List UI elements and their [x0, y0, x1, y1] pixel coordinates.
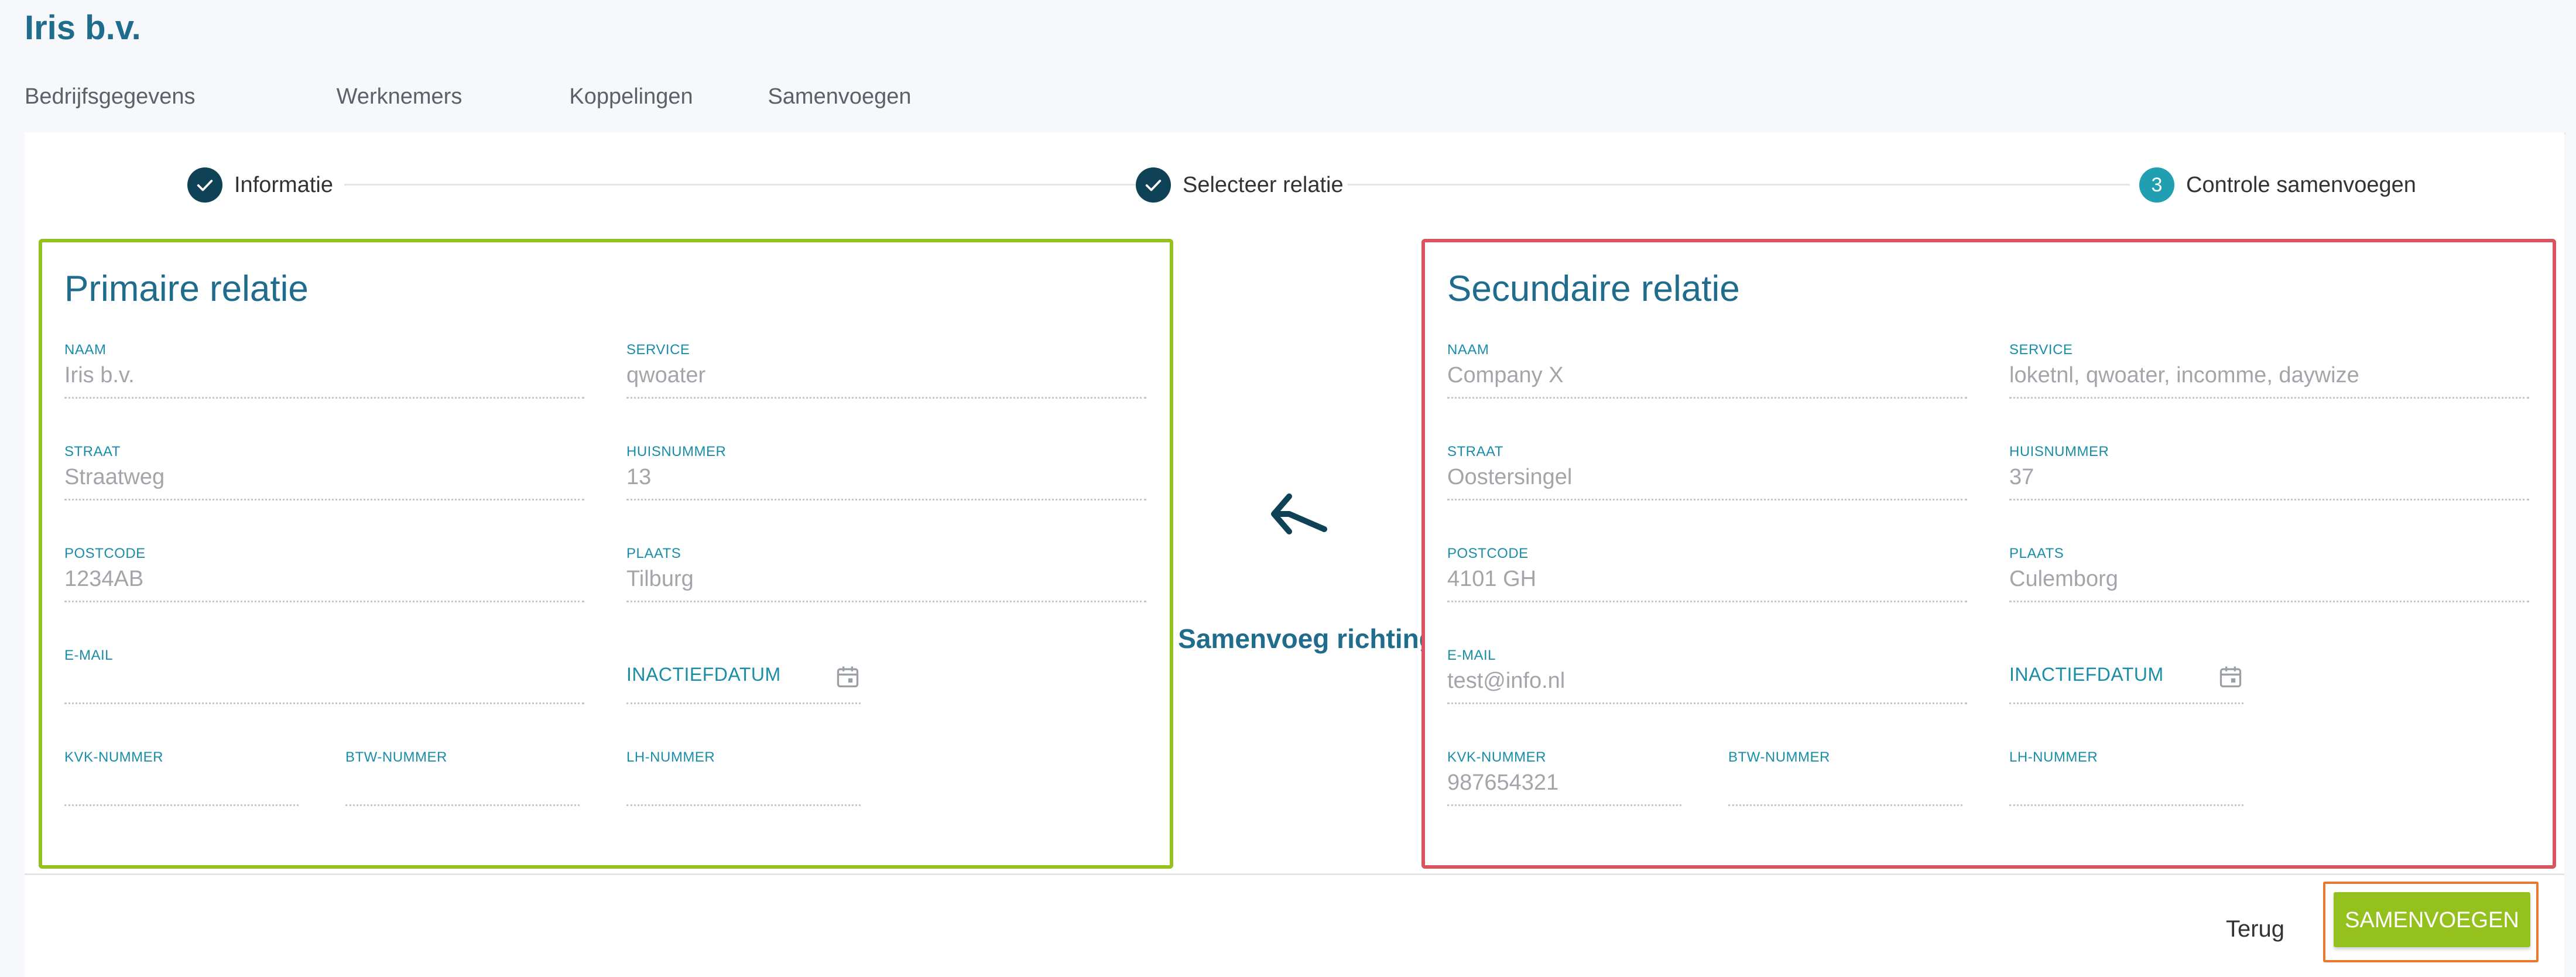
field-label: E-MAIL: [64, 647, 114, 663]
secondary-relation-panel: Secundaire relatie NAAM Company X SERVIC…: [1421, 239, 2556, 869]
plaats-field[interactable]: PLAATS Tilburg: [626, 546, 1146, 602]
inactiefdatum-field[interactable]: INACTIEFDATUM: [2009, 647, 2243, 704]
plaats-field[interactable]: PLAATS Culemborg: [2009, 546, 2529, 602]
field-label: STRAAT: [64, 444, 121, 460]
field-value: 1234AB: [64, 567, 144, 591]
field-value: 13: [626, 465, 652, 489]
field-label: PLAATS: [626, 546, 681, 561]
postcode-field[interactable]: POSTCODE 1234AB: [64, 546, 584, 602]
panel-title: Secundaire relatie: [1447, 269, 1740, 309]
postcode-field[interactable]: POSTCODE 4101 GH: [1447, 546, 1967, 602]
inactiefdatum-field[interactable]: INACTIEFDATUM: [626, 647, 861, 704]
field-label: STRAAT: [1447, 444, 1503, 460]
field-label: KVK-NUMMER: [64, 749, 164, 765]
field-value: 4101 GH: [1447, 567, 1537, 591]
email-field[interactable]: E-MAIL test@info.nl: [1447, 647, 1967, 704]
tab-werknemers[interactable]: Werknemers: [311, 76, 487, 132]
field-value: Culemborg: [2009, 567, 2118, 591]
tab-koppelingen[interactable]: Koppelingen: [537, 76, 725, 132]
tab-bar: Bedrijfsgegevens Werknemers Koppelingen …: [25, 76, 2565, 136]
field-label: SERVICE: [2009, 342, 2073, 358]
field-value: Iris b.v.: [64, 363, 135, 388]
stepper-connector: [344, 184, 1146, 186]
service-field[interactable]: SERVICE loketnl, qwoater, incomme, daywi…: [2009, 342, 2529, 399]
huisnummer-field[interactable]: HUISNUMMER 37: [2009, 444, 2529, 501]
tab-samenvoegen[interactable]: Samenvoegen: [724, 76, 955, 136]
field-label: INACTIEFDATUM: [626, 664, 781, 685]
field-value: Oostersingel: [1447, 465, 1573, 489]
btw-nummer-field[interactable]: BTW-NUMMER: [1728, 749, 1962, 806]
panel-title: Primaire relatie: [64, 269, 309, 309]
calendar-icon[interactable]: [2218, 663, 2243, 691]
field-label: NAAM: [1447, 342, 1489, 358]
merge-content: Informatie Selecteer relatie 3 Controle …: [25, 132, 2564, 977]
primary-relation-panel: Primaire relatie NAAM Iris b.v. SERVICE …: [39, 239, 1173, 869]
lh-nummer-field[interactable]: LH-NUMMER: [626, 749, 861, 806]
field-label: E-MAIL: [1447, 647, 1496, 663]
step-label: Selecteer relatie: [1183, 172, 1344, 197]
naam-field[interactable]: NAAM Company X: [1447, 342, 1967, 399]
field-value: Company X: [1447, 363, 1564, 388]
footer-divider: [25, 873, 2564, 875]
field-label: KVK-NUMMER: [1447, 749, 1547, 765]
field-value: Tilburg: [626, 567, 694, 591]
step-label: Controle samenvoegen: [2186, 172, 2416, 197]
kvk-nummer-field[interactable]: KVK-NUMMER 987654321: [1447, 749, 1681, 806]
naam-field[interactable]: NAAM Iris b.v.: [64, 342, 584, 399]
step-number: 3: [2139, 167, 2174, 203]
step-label: Informatie: [234, 172, 333, 197]
huisnummer-field[interactable]: HUISNUMMER 13: [626, 444, 1146, 501]
tab-bedrijfsgegevens[interactable]: Bedrijfsgegevens: [25, 76, 196, 132]
field-label: POSTCODE: [1447, 546, 1529, 561]
merge-direction-label: Samenvoeg richting: [1178, 623, 1436, 654]
field-label: SERVICE: [626, 342, 690, 358]
stepper-connector: [1348, 184, 2130, 186]
field-label: HUISNUMMER: [626, 444, 727, 460]
field-label: BTW-NUMMER: [345, 749, 447, 765]
field-label: NAAM: [64, 342, 107, 358]
field-label: POSTCODE: [64, 546, 146, 561]
field-label: INACTIEFDATUM: [2009, 664, 2164, 685]
step-selecteer-relatie: Selecteer relatie: [1136, 167, 1344, 203]
field-label: HUISNUMMER: [2009, 444, 2109, 460]
field-label: LH-NUMMER: [2009, 749, 2098, 765]
field-value: 987654321: [1447, 770, 1559, 795]
field-value: qwoater: [626, 363, 706, 388]
field-label: PLAATS: [2009, 546, 2064, 561]
calendar-icon[interactable]: [835, 663, 861, 691]
btw-nummer-field[interactable]: BTW-NUMMER: [345, 749, 580, 806]
merge-button[interactable]: SAMENVOEGEN: [2334, 892, 2530, 947]
lh-nummer-field[interactable]: LH-NUMMER: [2009, 749, 2243, 806]
field-label: LH-NUMMER: [626, 749, 715, 765]
field-value: 37: [2009, 465, 2034, 489]
merge-left-arrow-icon: [1271, 493, 1327, 534]
step-informatie: Informatie: [187, 167, 333, 203]
back-button[interactable]: Terug: [2191, 905, 2320, 952]
page-title: Iris b.v.: [25, 9, 141, 47]
straat-field[interactable]: STRAAT Straatweg: [64, 444, 584, 501]
kvk-nummer-field[interactable]: KVK-NUMMER: [64, 749, 299, 806]
field-value: loketnl, qwoater, incomme, daywize: [2009, 363, 2359, 388]
field-value: test@info.nl: [1447, 669, 1566, 693]
service-field[interactable]: SERVICE qwoater: [626, 342, 1146, 399]
merge-page: Iris b.v. Bedrijfsgegevens Werknemers Ko…: [0, 0, 2576, 977]
straat-field[interactable]: STRAAT Oostersingel: [1447, 444, 1967, 501]
field-value: Straatweg: [64, 465, 165, 489]
email-field[interactable]: E-MAIL: [64, 647, 584, 704]
check-icon: [187, 167, 222, 203]
field-label: BTW-NUMMER: [1728, 749, 1830, 765]
check-icon: [1136, 167, 1171, 203]
step-controle-samenvoegen: 3 Controle samenvoegen: [2139, 167, 2416, 203]
